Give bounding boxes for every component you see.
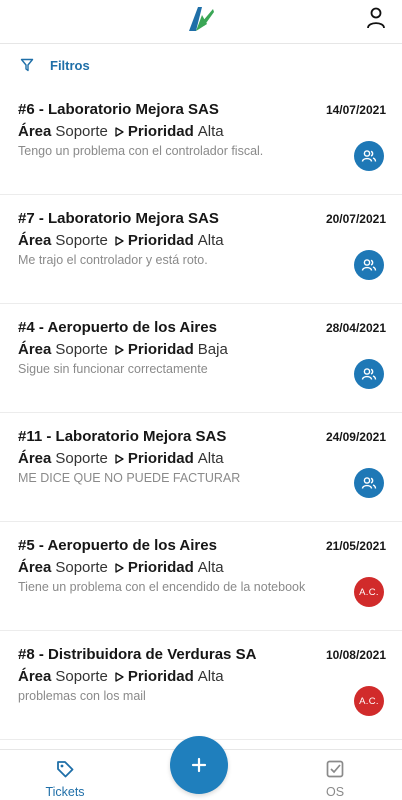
priority-label: Prioridad [127,668,194,685]
priority-label: Prioridad [127,559,194,576]
assignee-badge [354,250,384,280]
group-icon [361,259,377,271]
brand-logo [189,7,214,31]
ticket-date: 20/07/2021 [325,212,386,226]
play-arrow-icon [115,126,124,137]
ticket-card[interactable]: #8 - Distribuidora de Verduras SA 10/08/… [0,631,402,740]
assignee-badge: A.C. [354,686,384,716]
play-arrow-icon [115,453,124,464]
area-value: Soporte [55,232,108,249]
ticket-date: 28/04/2021 [325,321,386,335]
priority-label: Prioridad [127,232,194,249]
play-arrow-icon [115,235,124,246]
area-label: Área [18,668,52,685]
priority-value: Alta [197,123,224,140]
assignee-badge [354,141,384,171]
area-label: Área [18,450,52,467]
ticket-title: #7 - Laboratorio Mejora SAS [18,210,219,227]
assignee-initials: A.C. [359,586,379,598]
top-bar [0,0,402,44]
area-value: Soporte [55,123,108,140]
assignee-badge: A.C. [354,577,384,607]
bottom-nav: Tickets OS [0,736,402,800]
filters-button[interactable]: Filtros [0,44,402,86]
ticket-title: #8 - Distribuidora de Verduras SA [18,646,257,663]
ticket-date: 14/07/2021 [325,103,386,117]
area-value: Soporte [55,668,108,685]
checkbox-icon [326,760,344,778]
assignee-badge [354,468,384,498]
play-arrow-icon [115,562,124,573]
play-arrow-icon [115,671,124,682]
filter-icon [20,58,34,72]
play-arrow-icon [115,344,124,355]
tab-os-label: OS [325,785,345,799]
tab-os[interactable]: OS [295,759,375,799]
ticket-description: Tiene un problema con el encendido de la… [18,580,306,594]
ticket-title: #5 - Aeropuerto de los Aires [18,537,217,554]
ticket-title: #4 - Aeropuerto de los Aires [18,319,217,336]
tag-icon [57,761,74,778]
ticket-description: Me trajo el controlador y está roto. [18,253,208,267]
tab-tickets-label: Tickets [45,785,85,799]
area-value: Soporte [55,559,108,576]
filters-label: Filtros [50,57,90,73]
ticket-description: Tengo un problema con el controlador fis… [18,144,264,158]
ticket-description: problemas con los mail [18,689,146,703]
ticket-card[interactable]: #5 - Aeropuerto de los Aires 21/05/2021 … [0,522,402,631]
area-label: Área [18,341,52,358]
assignee-initials: A.C. [359,695,379,707]
area-value: Soporte [55,450,108,467]
ticket-date: 24/09/2021 [325,430,386,444]
area-label: Área [18,123,52,140]
ticket-card[interactable]: #6 - Laboratorio Mejora SAS 14/07/2021 Á… [0,86,402,195]
area-value: Soporte [55,341,108,358]
area-label: Área [18,559,52,576]
area-label: Área [18,232,52,249]
add-ticket-button[interactable] [170,736,228,794]
priority-value: Alta [197,232,224,249]
ticket-title: #6 - Laboratorio Mejora SAS [18,101,219,118]
ticket-card[interactable]: #11 - Laboratorio Mejora SAS 24/09/2021 … [0,413,402,522]
user-icon[interactable] [366,7,386,29]
group-icon [361,150,377,162]
ticket-date: 10/08/2021 [325,648,386,662]
group-icon [361,368,377,380]
priority-label: Prioridad [127,341,194,358]
ticket-list: #6 - Laboratorio Mejora SAS 14/07/2021 Á… [0,86,402,740]
assignee-badge [354,359,384,389]
group-icon [361,477,377,489]
ticket-title: #11 - Laboratorio Mejora SAS [18,428,227,445]
priority-label: Prioridad [127,123,194,140]
ticket-description: Sigue sin funcionar correctamente [18,362,208,376]
tab-tickets[interactable]: Tickets [25,759,105,799]
priority-value: Alta [197,559,224,576]
priority-label: Prioridad [127,450,194,467]
plus-icon [191,757,207,773]
priority-value: Alta [197,450,224,467]
ticket-card[interactable]: #4 - Aeropuerto de los Aires 28/04/2021 … [0,304,402,413]
ticket-date: 21/05/2021 [325,539,386,553]
priority-value: Baja [197,341,228,358]
ticket-description: ME DICE QUE NO PUEDE FACTURAR [18,471,241,485]
priority-value: Alta [197,668,224,685]
ticket-card[interactable]: #7 - Laboratorio Mejora SAS 20/07/2021 Á… [0,195,402,304]
